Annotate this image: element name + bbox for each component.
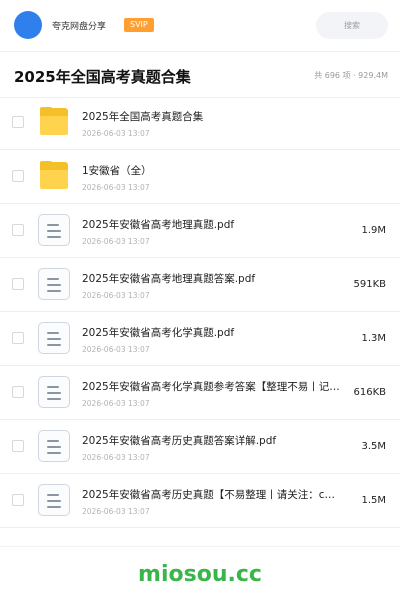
item-date: 2026-06-03 13:07: [82, 183, 150, 192]
document-icon: [38, 376, 70, 408]
list-item[interactable]: 2025年安徽省高考化学真题.pdf 2026-06-03 13:07 1.3M: [0, 312, 400, 366]
item-name[interactable]: 2025年安徽省高考地理真题答案.pdf: [82, 271, 350, 286]
file-list: 2025年全国高考真题合集 2026-06-03 13:07 1安徽省（全） 2026…: [0, 96, 400, 528]
share-page: 夸克网盘分享 SVIP 搜索 2025年全国高考真题合集 共 696 项 · 9…: [0, 0, 400, 600]
item-checkbox[interactable]: [12, 170, 24, 182]
item-date: 2026-06-03 13:07: [82, 129, 150, 138]
document-icon: [38, 322, 70, 354]
search-button[interactable]: 搜索: [316, 12, 388, 39]
item-name[interactable]: 1安徽省（全）: [82, 163, 350, 178]
item-checkbox[interactable]: [12, 494, 24, 506]
item-checkbox[interactable]: [12, 224, 24, 236]
item-size: 1.5M: [361, 495, 386, 506]
folder-icon: [38, 160, 70, 192]
item-name[interactable]: 2025年安徽省高考化学真题参考答案【整理不易丨记…: [82, 379, 350, 394]
divider: [0, 546, 400, 547]
document-icon: [38, 214, 70, 246]
list-item[interactable]: 1安徽省（全） 2026-06-03 13:07: [0, 150, 400, 204]
item-date: 2026-06-03 13:07: [82, 507, 150, 516]
brand-name: 夸克网盘分享: [52, 22, 107, 32]
item-checkbox[interactable]: [12, 278, 24, 290]
item-date: 2026-06-03 13:07: [82, 399, 150, 408]
list-item[interactable]: 2025年全国高考真题合集 2026-06-03 13:07: [0, 96, 400, 150]
folder-icon: [38, 106, 70, 138]
svip-badge: SVIP: [124, 18, 154, 32]
item-name[interactable]: 2025年安徽省高考地理真题.pdf: [82, 217, 350, 232]
item-date: 2026-06-03 13:07: [82, 453, 150, 462]
folder-header: 2025年全国高考真题合集 共 696 项 · 929.4M: [0, 52, 400, 98]
page-title: 2025年全国高考真题合集: [14, 68, 191, 86]
item-checkbox[interactable]: [12, 116, 24, 128]
list-item[interactable]: 2025年安徽省高考历史真题【不易整理丨请关注：c… 2026-06-03 13:…: [0, 474, 400, 528]
watermark: miosou.cc: [138, 562, 262, 587]
item-date: 2026-06-03 13:07: [82, 291, 150, 300]
item-checkbox[interactable]: [12, 332, 24, 344]
item-count: 共 696 项 · 929.4M: [314, 70, 388, 81]
document-icon: [38, 430, 70, 462]
item-name[interactable]: 2025年安徽省高考历史真题答案详解.pdf: [82, 433, 350, 448]
document-icon: [38, 268, 70, 300]
item-name[interactable]: 2025年安徽省高考化学真题.pdf: [82, 325, 350, 340]
document-icon: [38, 484, 70, 516]
list-item[interactable]: 2025年安徽省高考历史真题答案详解.pdf 2026-06-03 13:07 3.…: [0, 420, 400, 474]
item-size: 1.9M: [361, 225, 386, 236]
top-bar: 夸克网盘分享 SVIP 搜索: [0, 0, 400, 52]
item-size: 591KB: [353, 279, 386, 290]
avatar[interactable]: [14, 11, 42, 39]
item-checkbox[interactable]: [12, 440, 24, 452]
item-size: 1.3M: [361, 333, 386, 344]
item-size: 3.5M: [361, 441, 386, 452]
item-count-text: 共 696 项 · 929.4M: [314, 71, 388, 80]
item-checkbox[interactable]: [12, 386, 24, 398]
item-name[interactable]: 2025年全国高考真题合集: [82, 109, 350, 124]
list-item[interactable]: 2025年安徽省高考地理真题.pdf 2026-06-03 13:07 1.9M: [0, 204, 400, 258]
item-name[interactable]: 2025年安徽省高考历史真题【不易整理丨请关注：c…: [82, 487, 350, 502]
item-date: 2026-06-03 13:07: [82, 237, 150, 246]
list-item[interactable]: 2025年安徽省高考化学真题参考答案【整理不易丨记… 2026-06-03 13:…: [0, 366, 400, 420]
list-item[interactable]: 2025年安徽省高考地理真题答案.pdf 2026-06-03 13:07 591K…: [0, 258, 400, 312]
item-size: 616KB: [353, 387, 386, 398]
item-date: 2026-06-03 13:07: [82, 345, 150, 354]
